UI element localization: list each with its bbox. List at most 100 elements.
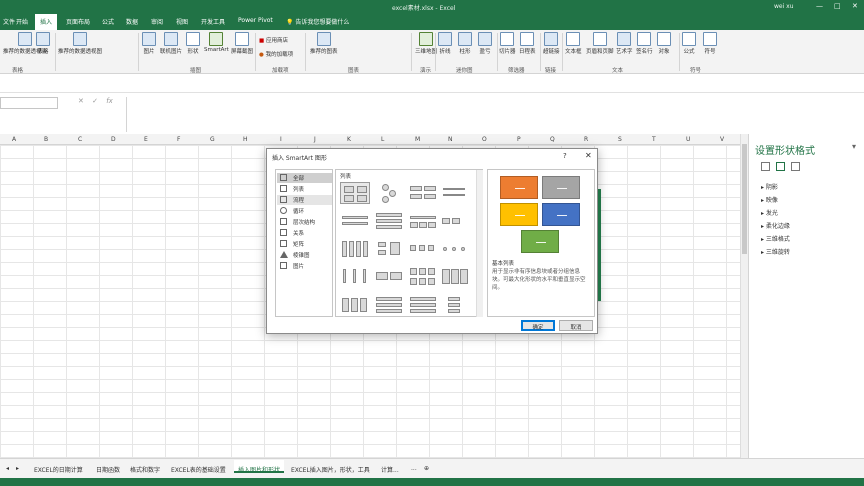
column-label[interactable]: E	[144, 136, 148, 143]
minimize-button[interactable]: —	[816, 2, 823, 10]
category-pyramid[interactable]: 棱锥图	[277, 250, 332, 260]
column-label[interactable]: G	[210, 136, 215, 143]
pane-section-3d-rotation[interactable]: ▸ 三维旋转	[761, 247, 790, 256]
sheet-tab[interactable]: EXCEL表的基础设置	[171, 465, 226, 474]
size-properties-icon[interactable]	[791, 162, 800, 171]
sheet-nav-prev[interactable]: ◂	[6, 465, 9, 472]
tab-insert[interactable]: 插入	[35, 14, 58, 30]
column-label[interactable]: O	[482, 136, 487, 143]
category-process[interactable]: 流程	[277, 195, 332, 205]
tab-page-layout[interactable]: 页面布局	[66, 17, 90, 26]
dialog-close-icon[interactable]: ✕	[585, 151, 592, 160]
column-label[interactable]: B	[44, 136, 48, 143]
column-label[interactable]: M	[415, 136, 420, 143]
wordart-button[interactable]: 艺术字	[616, 32, 633, 55]
tab-file[interactable]: 文件	[3, 17, 15, 26]
layout-thumbnail[interactable]	[440, 294, 470, 316]
sparkline-column-button[interactable]: 柱形	[458, 32, 472, 55]
ok-button[interactable]: 确定	[521, 320, 555, 331]
column-label[interactable]: F	[177, 136, 180, 143]
tab-review[interactable]: 审阅	[151, 17, 163, 26]
symbol-button[interactable]: 符号	[703, 32, 717, 55]
online-picture-button[interactable]: 联机图片	[160, 32, 182, 55]
pane-menu-icon[interactable]: ▾	[852, 142, 856, 151]
layout-thumbnail[interactable]	[408, 210, 438, 232]
store-button[interactable]: ■ 应用商店	[259, 36, 288, 44]
layout-thumbnail[interactable]	[374, 182, 404, 204]
column-label[interactable]: J	[314, 136, 316, 143]
recommended-chart-button[interactable]: 推荐的图表	[310, 32, 338, 55]
add-sheet-icon[interactable]: ⊕	[424, 465, 429, 472]
tab-home[interactable]: 开始	[16, 17, 28, 26]
fill-line-icon[interactable]	[761, 162, 770, 171]
recommended-pivot-chart-button[interactable]: 推荐的数据透视图	[58, 32, 102, 55]
vertical-scrollbar[interactable]	[740, 134, 748, 458]
category-matrix[interactable]: 矩阵	[277, 239, 332, 249]
tab-developer[interactable]: 开发工具	[201, 17, 225, 26]
sheet-nav-next[interactable]: ▸	[16, 465, 19, 472]
cancel-icon[interactable]: ✕	[78, 97, 84, 105]
shapes-button[interactable]: 形状	[186, 32, 200, 55]
pane-section-soft-edges[interactable]: ▸ 柔化边缘	[761, 221, 790, 230]
hyperlink-button[interactable]: 超链接	[543, 32, 560, 55]
tab-formulas[interactable]: 公式	[102, 17, 114, 26]
pane-section-glow[interactable]: ▸ 发光	[761, 208, 778, 217]
my-addins-button[interactable]: ● 我的加载项	[259, 50, 293, 58]
column-label[interactable]: C	[78, 136, 82, 143]
column-label[interactable]: S	[618, 136, 622, 143]
maximize-button[interactable]: □	[834, 2, 841, 10]
layout-thumbnail[interactable]	[374, 238, 404, 260]
3d-map-button[interactable]: 三维地图	[415, 32, 437, 55]
column-label[interactable]: U	[686, 136, 690, 143]
pane-section-3d-format[interactable]: ▸ 三维格式	[761, 234, 790, 243]
layout-thumbnail[interactable]	[440, 238, 470, 260]
smartart-button[interactable]: SmartArt	[204, 32, 229, 53]
enter-icon[interactable]: ✓	[92, 97, 98, 105]
column-label[interactable]: Q	[550, 136, 555, 143]
pane-section-reflection[interactable]: ▸ 映像	[761, 195, 778, 204]
cancel-button[interactable]: 取消	[559, 320, 593, 331]
sheet-tab[interactable]: EXCEL插入图片，形状，工具	[291, 465, 370, 474]
layout-thumbnail[interactable]	[440, 266, 470, 288]
close-button[interactable]: ✕	[852, 2, 858, 10]
layout-thumbnail[interactable]	[340, 210, 370, 232]
layout-thumbnail[interactable]	[440, 210, 470, 232]
layout-thumbnail-basic-list[interactable]	[340, 182, 370, 204]
category-list-item[interactable]: 列表	[277, 184, 332, 194]
category-picture[interactable]: 图片	[277, 261, 332, 271]
timeline-button[interactable]: 日程表	[519, 32, 536, 55]
layout-thumbnail[interactable]	[374, 294, 404, 316]
scroll-thumb[interactable]	[742, 144, 747, 254]
column-label[interactable]: N	[448, 136, 453, 143]
pane-section-shadow[interactable]: ▸ 阴影	[761, 182, 778, 191]
sheet-tab[interactable]: EXCEL的日期计算	[34, 465, 83, 474]
layout-thumbnail[interactable]	[374, 210, 404, 232]
layout-thumbnail[interactable]	[440, 182, 470, 204]
category-hierarchy[interactable]: 层次结构	[277, 217, 332, 227]
picture-button[interactable]: 图片	[142, 32, 156, 55]
column-label[interactable]: R	[584, 136, 588, 143]
layout-thumbnail[interactable]	[374, 266, 404, 288]
column-label[interactable]: V	[720, 136, 724, 143]
sheet-tab[interactable]: 日期函数	[96, 465, 120, 474]
tell-me-box[interactable]: 💡 告诉我您想要做什么	[286, 17, 349, 26]
sheet-tab[interactable]: 格式和数字	[130, 465, 160, 474]
screenshot-button[interactable]: 屏幕截图	[231, 32, 253, 55]
help-icon[interactable]: ?	[563, 152, 567, 160]
sheet-tab[interactable]: 计算...	[381, 465, 399, 474]
sheet-tab-active[interactable]: 插入图片和形状	[234, 460, 285, 474]
column-label[interactable]: T	[652, 136, 656, 143]
tab-view[interactable]: 视图	[176, 17, 188, 26]
signature-line-button[interactable]: 签名行	[636, 32, 653, 55]
formula-input[interactable]	[126, 97, 864, 132]
column-label[interactable]: I	[280, 136, 282, 143]
layout-thumbnail[interactable]	[408, 294, 438, 316]
header-footer-button[interactable]: 页眉和页脚	[586, 32, 614, 55]
object-button[interactable]: 对象	[657, 32, 671, 55]
layout-thumbnail[interactable]	[408, 182, 438, 204]
layout-thumbnail[interactable]	[340, 266, 370, 288]
name-box[interactable]	[0, 97, 58, 109]
table-button[interactable]: 表格	[36, 32, 50, 55]
column-label[interactable]: D	[111, 136, 116, 143]
sheet-tab[interactable]: ...	[411, 465, 417, 472]
